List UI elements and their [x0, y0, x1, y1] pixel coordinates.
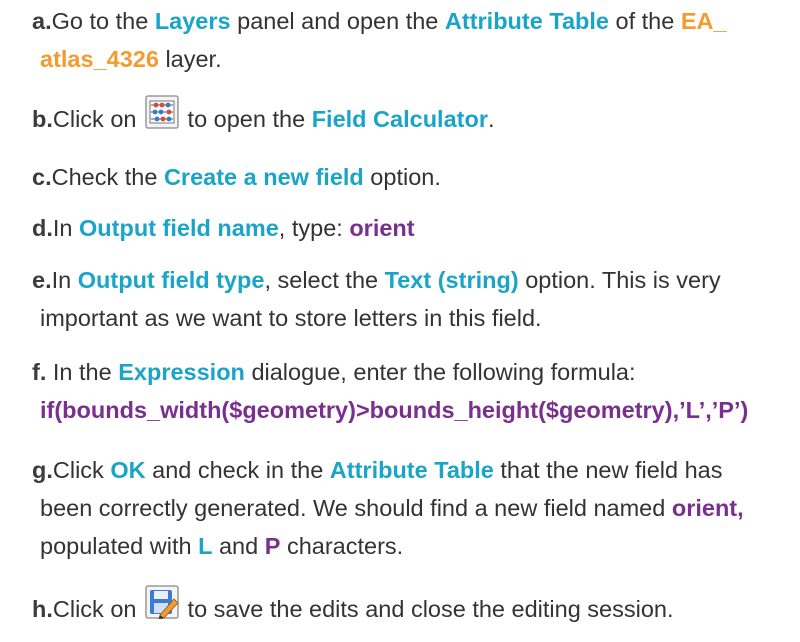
field-calculator-keyword: Field Calculator: [311, 106, 488, 132]
step-f: f. In the Expression dialogue, enter the…: [32, 353, 772, 429]
step-text: and: [212, 533, 265, 560]
step-text: Go to the: [51, 8, 155, 34]
step-text: .: [487, 106, 495, 132]
step-text: been correctly generated. We should find…: [40, 495, 672, 522]
step-text: option. This is very: [518, 267, 721, 293]
layers-keyword: Layers: [154, 8, 231, 34]
step-letter: f.: [32, 359, 47, 385]
char-l: L: [198, 533, 213, 560]
attribute-table-keyword: Attribute Table: [444, 8, 609, 34]
step-letter: b.: [32, 106, 53, 132]
step-e: e.In Output field type, select the Text …: [32, 261, 772, 337]
field-calculator-icon: [145, 95, 179, 140]
step-letter: d.: [32, 215, 53, 241]
step-text: In: [51, 267, 78, 293]
text-string-option: Text (string): [384, 267, 519, 293]
step-letter: a.: [32, 8, 52, 34]
field-value: orient,: [671, 495, 744, 522]
create-new-field-option: Create a new field: [163, 164, 364, 190]
step-text: Click on: [52, 596, 144, 622]
step-text: of the: [608, 8, 681, 34]
step-text: dialogue, enter the following formula:: [244, 359, 636, 385]
step-d: d.In Output field name, type: orient: [32, 209, 772, 247]
save-edits-icon: [145, 585, 179, 630]
instruction-page: a.Go to the Layers panel and open the At…: [0, 0, 800, 642]
layer-name: EA_: [680, 8, 727, 34]
expression-keyword: Expression: [118, 359, 245, 385]
formula: if(bounds_width($geometry)>bounds_height…: [40, 397, 749, 424]
step-h: h.Click on to save the edits and close t…: [32, 585, 772, 630]
step-text: to open the: [181, 106, 312, 132]
step-text: In the: [46, 359, 119, 385]
step-text: panel and open the: [230, 8, 445, 34]
step-letter: g.: [32, 457, 53, 483]
step-text: Click on: [52, 106, 144, 132]
step-text: characters.: [280, 533, 404, 560]
step-text: Check the: [51, 164, 164, 190]
step-g: g.Click OK and check in the Attribute Ta…: [32, 451, 772, 565]
step-c: c.Check the Create a new field option.: [32, 158, 772, 196]
output-field-type-keyword: Output field type: [77, 267, 265, 293]
step-text: , select the: [264, 267, 385, 293]
ok-keyword: OK: [110, 457, 146, 483]
step-b: b.Click on to open the Field Calculator.: [32, 95, 772, 140]
step-text: important as we want to store letters in…: [40, 305, 542, 332]
step-text: Click: [52, 457, 111, 483]
field-value: orient: [349, 215, 415, 241]
step-text: In: [52, 215, 80, 241]
step-text: , type:: [278, 215, 350, 241]
step-text: and check in the: [145, 457, 330, 483]
step-letter: h.: [32, 596, 53, 622]
step-letter: c.: [32, 164, 52, 190]
step-text: populated with: [40, 533, 199, 560]
output-field-name-keyword: Output field name: [79, 215, 279, 241]
step-letter: e.: [32, 267, 52, 293]
step-text: option.: [363, 164, 441, 190]
step-text: layer.: [158, 46, 222, 73]
attribute-table-keyword: Attribute Table: [329, 457, 494, 483]
step-text: to save the edits and close the editing …: [181, 596, 674, 622]
step-text: that the new field has: [493, 457, 723, 483]
step-a: a.Go to the Layers panel and open the At…: [32, 2, 772, 78]
layer-name-cont: atlas_4326: [40, 46, 159, 73]
char-p: P: [264, 533, 281, 560]
